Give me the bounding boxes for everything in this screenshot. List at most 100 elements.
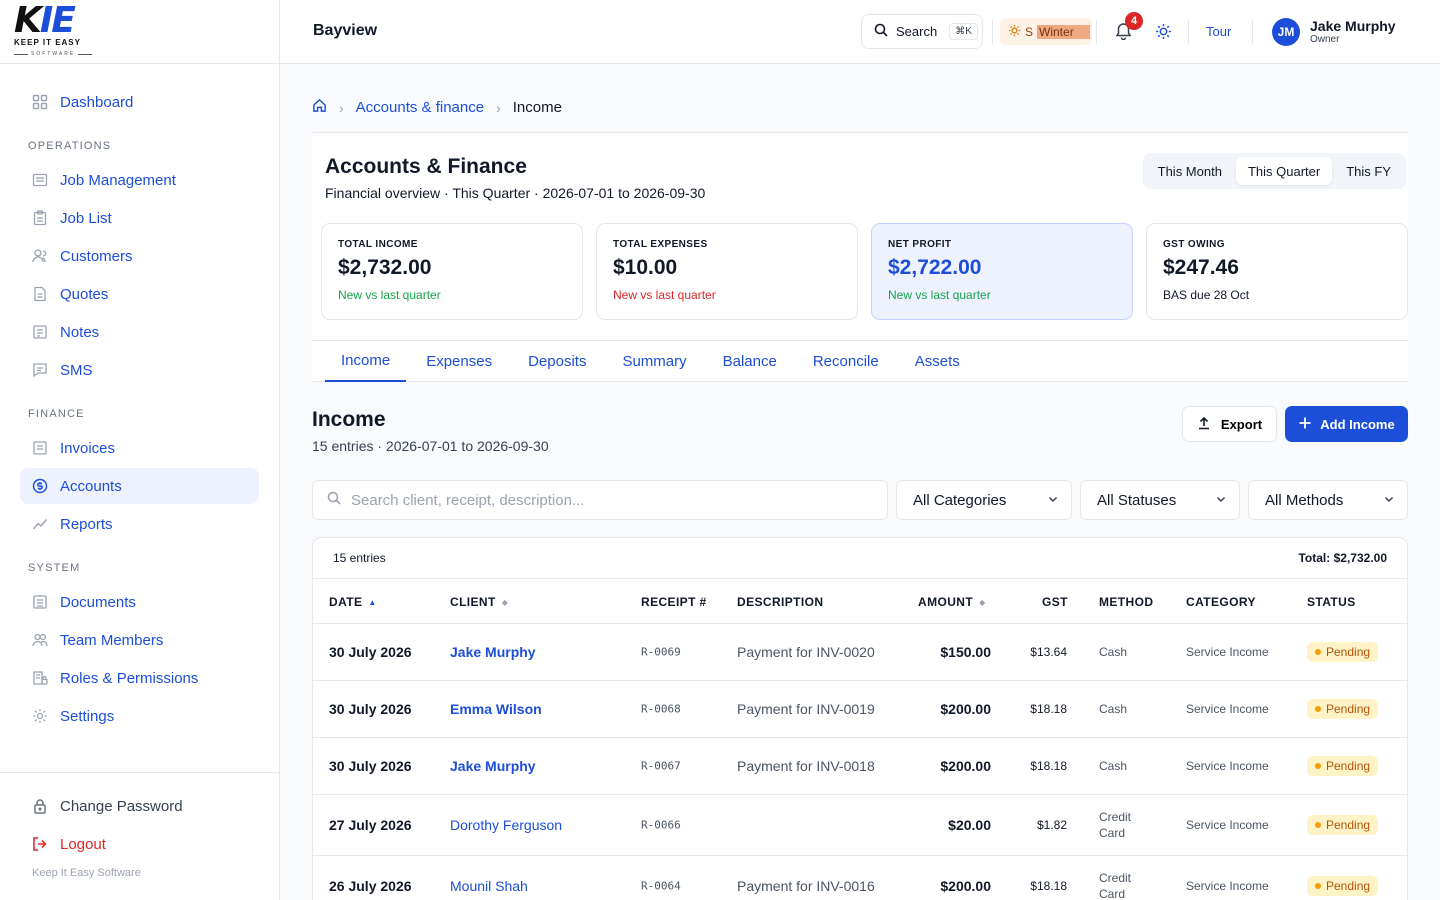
tab-income[interactable]: Income	[325, 341, 407, 382]
row-client-link[interactable]: Jake Murphy	[450, 758, 536, 774]
logo[interactable]: KIE KEEP IT EASY SOFTWARE	[0, 0, 279, 64]
card-value: $247.46	[1163, 256, 1239, 279]
theme-toggle-icon[interactable]	[1155, 23, 1172, 45]
row-method: Credit Card	[1099, 810, 1132, 840]
table-row[interactable]: 27 July 2026 Dorothy Ferguson R-0066 $20…	[313, 795, 1407, 856]
row-category: Service Income	[1186, 759, 1269, 773]
row-client-link[interactable]: Mounil Shah	[450, 878, 528, 894]
sidebar-item-dashboard[interactable]: Dashboard	[20, 84, 259, 120]
row-client-link[interactable]: Emma Wilson	[450, 701, 542, 717]
card-label: TOTAL EXPENSES	[613, 239, 708, 250]
row-description: Payment for INV-0018	[737, 758, 875, 774]
column-header-client[interactable]: CLIENT ◆	[450, 595, 508, 609]
sidebar-item-settings[interactable]: Settings	[20, 698, 259, 734]
global-search-button[interactable]: Search ⌘K	[861, 14, 983, 49]
status-badge: Pending	[1307, 815, 1379, 835]
table-row[interactable]: 30 July 2026 Jake Murphy R-0067 Payment …	[313, 738, 1407, 795]
sidebar-item-job-management[interactable]: Job Management	[20, 162, 259, 198]
table-total: Total: $2,732.00	[1298, 551, 1387, 565]
table-row[interactable]: 26 July 2026 Mounil Shah R-0064 Payment …	[313, 856, 1407, 900]
status-badge: Pending	[1307, 876, 1379, 896]
note-icon	[32, 324, 48, 340]
tab-expenses[interactable]: Expenses	[410, 341, 508, 382]
row-receipt: R-0068	[641, 702, 681, 716]
row-receipt: R-0069	[641, 645, 681, 659]
status-filter-select[interactable]: All Statuses	[1080, 480, 1240, 520]
table-row[interactable]: 30 July 2026 Emma Wilson R-0068 Payment …	[313, 681, 1407, 738]
home-icon[interactable]	[312, 98, 327, 117]
building-lock-icon	[32, 670, 48, 686]
table-row[interactable]: 30 July 2026 Jake Murphy R-0069 Payment …	[313, 624, 1407, 681]
card-note: New vs last quarter	[888, 288, 991, 302]
add-income-button[interactable]: Add Income	[1285, 406, 1408, 442]
export-button[interactable]: Export	[1182, 406, 1277, 442]
organization-name: Bayview	[313, 22, 378, 39]
period-this-month[interactable]: This Month	[1146, 157, 1234, 185]
sidebar-item-roles-permissions[interactable]: Roles & Permissions	[20, 660, 259, 696]
avatar[interactable]: JM	[1272, 18, 1300, 46]
row-date: 30 July 2026	[329, 701, 412, 717]
sidebar-footer-note: Keep It Easy Software	[32, 867, 141, 879]
search-icon	[327, 491, 341, 510]
column-header-amount[interactable]: AMOUNT ◆	[918, 595, 986, 609]
sun-icon	[1008, 24, 1021, 40]
column-header-category: CATEGORY	[1186, 595, 1256, 609]
sidebar-item-documents[interactable]: Documents	[20, 584, 259, 620]
divider	[1188, 20, 1189, 44]
row-amount: $200.00	[940, 878, 991, 894]
category-filter-select[interactable]: All Categories	[896, 480, 1072, 520]
table-summary-bar: 15 entries Total: $2,732.00	[313, 538, 1407, 578]
status-badge: Pending	[1307, 642, 1379, 662]
card-note: New vs last quarter	[613, 288, 716, 302]
sidebar-item-sms[interactable]: SMS	[20, 352, 259, 388]
grid-icon	[32, 94, 48, 110]
tab-summary[interactable]: Summary	[606, 341, 702, 382]
sidebar-item-label: Reports	[60, 515, 113, 533]
total-expenses-card: TOTAL EXPENSES $10.00 New vs last quarte…	[596, 223, 858, 320]
sidebar: KIE KEEP IT EASY SOFTWARE Dashboard OPER…	[0, 0, 280, 900]
season-prefix: S	[1025, 24, 1034, 39]
sidebar-item-customers[interactable]: Customers	[20, 238, 259, 274]
sidebar-item-accounts[interactable]: Accounts	[20, 468, 259, 504]
sidebar-item-reports[interactable]: Reports	[20, 506, 259, 542]
tab-assets[interactable]: Assets	[899, 341, 976, 382]
column-header-status: STATUS	[1307, 595, 1356, 609]
sidebar-item-job-list[interactable]: Job List	[20, 200, 259, 236]
tab-reconcile[interactable]: Reconcile	[797, 341, 895, 382]
sidebar-item-invoices[interactable]: Invoices	[20, 430, 259, 466]
tab-deposits[interactable]: Deposits	[512, 341, 602, 382]
document-icon	[32, 594, 48, 610]
sidebar-item-label: Roles & Permissions	[60, 669, 199, 687]
change-password-button[interactable]: Change Password	[0, 787, 279, 825]
period-this-quarter[interactable]: This Quarter	[1235, 157, 1333, 185]
user-name[interactable]: Jake Murphy	[1310, 18, 1396, 34]
tab-balance[interactable]: Balance	[707, 341, 793, 382]
logo-mark: KIE	[14, 0, 76, 41]
income-search-input[interactable]	[351, 491, 871, 509]
row-amount: $150.00	[940, 644, 991, 660]
card-label: NET PROFIT	[888, 239, 952, 250]
invoice-icon	[32, 440, 48, 456]
sidebar-item-notes[interactable]: Notes	[20, 314, 259, 350]
logout-button[interactable]: Logout	[0, 825, 279, 863]
tour-link[interactable]: Tour	[1206, 24, 1231, 39]
season-toggle[interactable]: S Winter	[1000, 18, 1092, 45]
column-header-date[interactable]: DATE ▲	[329, 595, 377, 609]
row-client-link[interactable]: Dorothy Ferguson	[450, 817, 562, 833]
row-gst: $18.18	[1030, 879, 1067, 893]
sidebar-item-quotes[interactable]: Quotes	[20, 276, 259, 312]
divider	[1096, 20, 1097, 44]
sidebar-item-team-members[interactable]: Team Members	[20, 622, 259, 658]
period-this-fy[interactable]: This FY	[1334, 157, 1403, 185]
lock-icon	[32, 798, 48, 814]
breadcrumb-parent-link[interactable]: Accounts & finance	[356, 99, 484, 116]
row-client-link[interactable]: Jake Murphy	[450, 644, 536, 660]
trend-icon	[32, 516, 48, 532]
divider	[1252, 20, 1253, 44]
page-subtitle: Financial overview · This Quarter · 2026…	[325, 185, 706, 201]
briefcase-icon	[32, 172, 48, 188]
card-value: $2,732.00	[338, 256, 432, 279]
add-income-label: Add Income	[1320, 416, 1395, 432]
method-filter-select[interactable]: All Methods	[1248, 480, 1408, 520]
row-date: 27 July 2026	[329, 817, 412, 833]
